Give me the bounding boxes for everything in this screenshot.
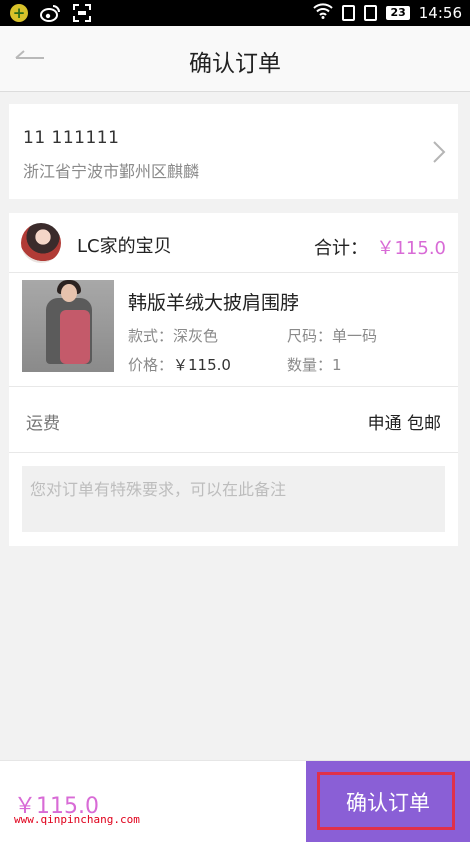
sim1-icon — [342, 5, 356, 21]
sim2-icon — [364, 5, 378, 21]
product-size: 尺码：单一码 — [287, 325, 377, 346]
bottom-bar: ￥115.0 www.qinpinchang.com 确认订单 — [0, 760, 470, 842]
shipping-value: 申通 包邮 — [367, 414, 441, 434]
battery-level: 23 — [386, 6, 410, 20]
style-value: 深灰色 — [173, 327, 219, 345]
shop-header: LC家的宝贝 合计： ￥115.0 — [9, 213, 458, 273]
style-label: 款式： — [128, 327, 174, 345]
total-value: ￥115.0 — [376, 238, 446, 259]
order-note-input[interactable] — [22, 466, 445, 532]
scan-icon — [72, 3, 92, 23]
size-label: 尺码： — [287, 327, 333, 345]
shipping-row: 运费 申通 包邮 — [9, 386, 458, 453]
clock: 14:56 — [418, 4, 462, 22]
weibo-icon — [40, 3, 60, 23]
recipient-address: 浙江省宁波市鄞州区麒麟 — [23, 162, 200, 181]
quantity-label: 数量： — [287, 356, 333, 374]
product-thumbnail — [22, 280, 114, 372]
confirm-order-button[interactable]: 确认订单 — [306, 761, 470, 842]
watermark: www.qinpinchang.com — [14, 813, 140, 826]
address-card[interactable]: 11 111111 浙江省宁波市鄞州区麒麟 — [9, 104, 458, 199]
price-label: 价格： — [128, 356, 174, 374]
app-notification-icon: + — [10, 4, 28, 22]
total-label: 合计： — [314, 238, 368, 259]
recipient-name-phone: 11 111111 — [23, 128, 120, 148]
product-price: 价格：￥115.0 — [128, 354, 231, 375]
header-bar: 确认订单 — [0, 26, 470, 92]
status-bar: + 23 14:56 — [0, 0, 470, 26]
shipping-label: 运费 — [26, 414, 60, 434]
product-quantity: 数量：1 — [287, 354, 342, 375]
quantity-value: 1 — [332, 356, 342, 374]
confirm-order-label: 确认订单 — [346, 790, 430, 815]
wifi-icon — [313, 3, 334, 23]
order-item[interactable]: 韩版羊绒大披肩围脖 款式：深灰色 尺码：单一码 价格：￥115.0 数量：1 — [9, 272, 458, 387]
chevron-right-icon — [432, 140, 446, 164]
product-title: 韩版羊绒大披肩围脖 — [128, 292, 300, 314]
shop-name[interactable]: LC家的宝贝 — [77, 232, 172, 258]
product-style: 款式：深灰色 — [128, 325, 218, 346]
size-value: 单一码 — [332, 327, 378, 345]
order-card: LC家的宝贝 合计： ￥115.0 韩版羊绒大披肩围脖 款式：深灰色 尺码：单一… — [9, 213, 458, 546]
shop-avatar[interactable] — [21, 223, 61, 263]
price-value: ￥115.0 — [173, 356, 231, 374]
page-title: 确认订单 — [189, 51, 281, 77]
